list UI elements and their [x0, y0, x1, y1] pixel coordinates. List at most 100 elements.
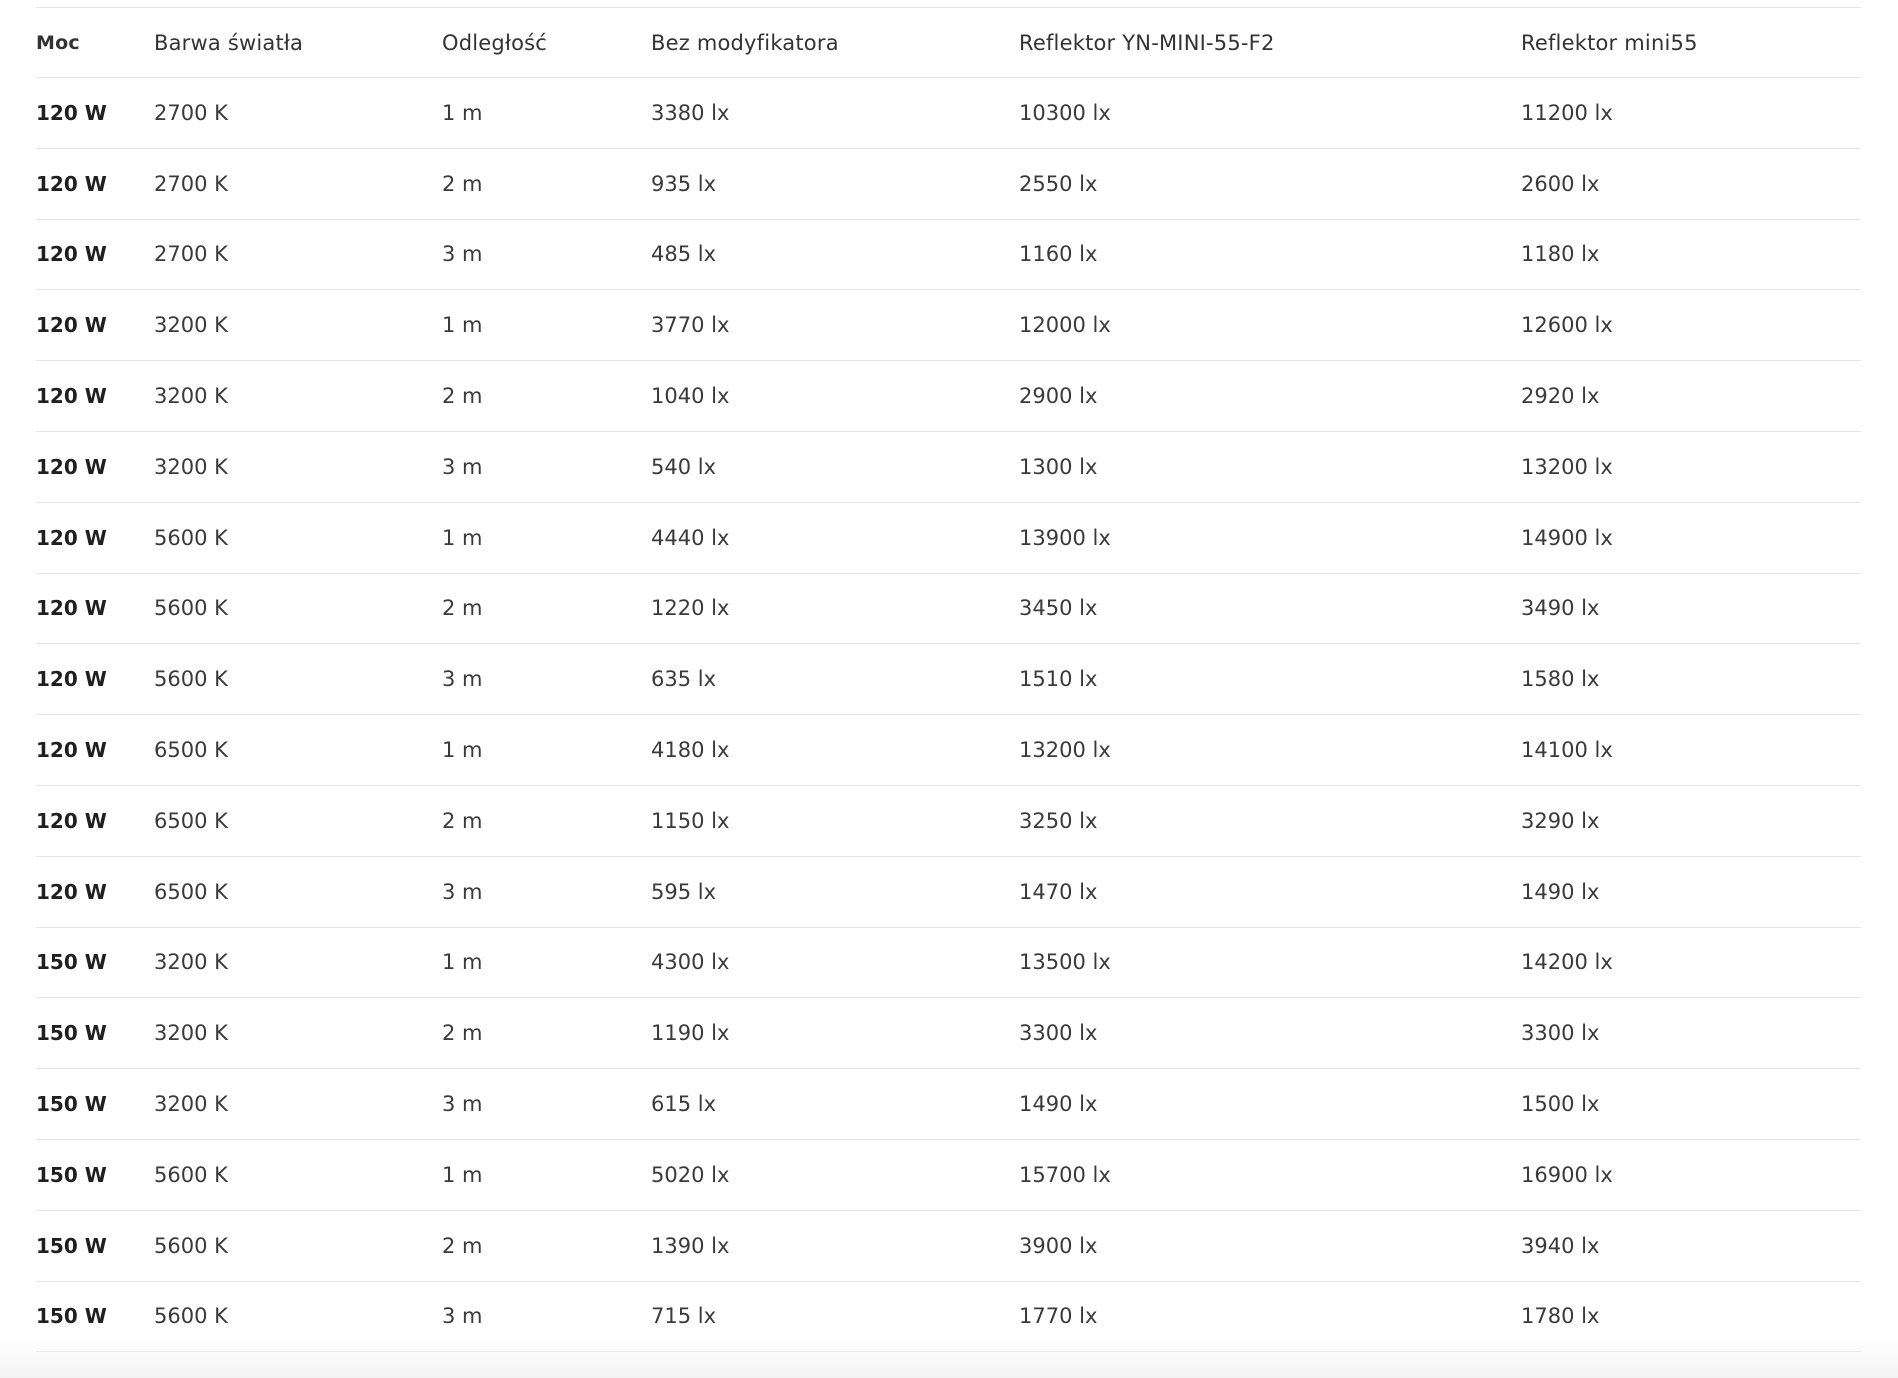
cell-no-modifier: 1220 lx — [651, 573, 1019, 645]
cell-distance: 1 m — [442, 502, 651, 574]
cell-reflector-mini55: 1500 lx — [1521, 1068, 1861, 1140]
cell-power: 150 W — [36, 1210, 154, 1282]
cell-no-modifier: 3770 lx — [651, 289, 1019, 362]
header-reflector-yn-mini-55-f2: Reflektor YN-MINI-55-F2 — [1019, 8, 1521, 78]
cell-color-temperature: 3200 K — [154, 289, 442, 362]
cell-power: 120 W — [36, 502, 154, 574]
cell-reflector-mini55: 2920 lx — [1521, 360, 1861, 432]
cell-reflector-yn-mini-55-f2: 3450 lx — [1019, 573, 1521, 645]
cell-color-temperature: 6500 K — [154, 714, 442, 786]
cell-power: 150 W — [36, 927, 154, 999]
table-row: 120 W 2700 K2 m 935 lx 2550 lx 2600 lx — [36, 148, 1861, 220]
cell-distance: 2 m — [442, 997, 651, 1070]
cell-reflector-mini55: 1490 lx — [1521, 856, 1861, 928]
cell-power: 120 W — [36, 77, 154, 149]
cell-color-temperature: 2700 K — [154, 219, 442, 291]
cell-power: 120 W — [36, 431, 154, 503]
cell-distance: 3 m — [442, 1068, 651, 1140]
cell-no-modifier: 4440 lx — [651, 502, 1019, 574]
cell-reflector-yn-mini-55-f2: 3300 lx — [1019, 997, 1521, 1070]
cell-distance: 3 m — [442, 431, 651, 503]
cell-power: 120 W — [36, 360, 154, 432]
cell-reflector-yn-mini-55-f2: 2550 lx — [1019, 148, 1521, 220]
cell-reflector-yn-mini-55-f2: 13900 lx — [1019, 502, 1521, 574]
cell-no-modifier: 1040 lx — [651, 360, 1019, 432]
cell-no-modifier: 1390 lx — [651, 1210, 1019, 1282]
cell-color-temperature: 5600 K — [154, 573, 442, 645]
table-row: 120 W 5600 K3 m 635 lx 1510 lx 1580 lx — [36, 643, 1861, 716]
table-row: 150 W 3200 K3 m 615 lx 1490 lx 1500 lx — [36, 1068, 1861, 1140]
cell-reflector-mini55: 14200 lx — [1521, 927, 1861, 999]
cell-reflector-mini55: 1580 lx — [1521, 643, 1861, 716]
header-distance: Odległość — [442, 8, 651, 78]
cell-reflector-yn-mini-55-f2: 2900 lx — [1019, 360, 1521, 432]
table-row: 120 W 2700 K1 m 3380 lx 10300 lx 11200 lx — [36, 77, 1861, 149]
cell-reflector-mini55: 3290 lx — [1521, 785, 1861, 857]
cell-distance: 3 m — [442, 219, 651, 291]
cell-reflector-mini55: 16900 lx — [1521, 1139, 1861, 1211]
cell-power: 120 W — [36, 573, 154, 645]
cell-no-modifier: 3380 lx — [651, 77, 1019, 149]
cell-distance: 3 m — [442, 643, 651, 716]
cell-power: 120 W — [36, 148, 154, 220]
table-row: 120 W 3200 K1 m 3770 lx 12000 lx 12600 lx — [36, 289, 1861, 362]
cell-distance: 1 m — [442, 1139, 651, 1211]
cell-distance: 1 m — [442, 714, 651, 786]
cell-color-temperature: 5600 K — [154, 1139, 442, 1211]
cell-reflector-yn-mini-55-f2: 3250 lx — [1019, 785, 1521, 857]
cell-reflector-yn-mini-55-f2: 1300 lx — [1019, 431, 1521, 503]
cell-no-modifier: 615 lx — [651, 1068, 1019, 1140]
header-no-modifier: Bez modyfikatora — [651, 8, 1019, 78]
cell-distance: 1 m — [442, 77, 651, 149]
cell-power: 120 W — [36, 219, 154, 291]
table-body: 120 W 2700 K1 m 3380 lx 10300 lx 11200 lx 120… — [36, 77, 1861, 1353]
cell-color-temperature: 3200 K — [154, 1068, 442, 1140]
table-row: 120 W 5600 K2 m 1220 lx 3450 lx 3490 lx — [36, 573, 1861, 645]
cell-color-temperature: 2700 K — [154, 77, 442, 149]
cell-reflector-mini55: 1180 lx — [1521, 219, 1861, 291]
cell-reflector-yn-mini-55-f2: 1160 lx — [1019, 219, 1521, 291]
cell-power: 150 W — [36, 1139, 154, 1211]
cell-reflector-yn-mini-55-f2: 1470 lx — [1019, 856, 1521, 928]
cell-no-modifier: 635 lx — [651, 643, 1019, 716]
cell-distance: 1 m — [442, 927, 651, 999]
cell-no-modifier: 1190 lx — [651, 997, 1019, 1070]
cell-color-temperature: 5600 K — [154, 1210, 442, 1282]
cell-color-temperature: 5600 K — [154, 643, 442, 716]
cell-reflector-mini55: 2600 lx — [1521, 148, 1861, 220]
cell-no-modifier: 5020 lx — [651, 1139, 1019, 1211]
cell-reflector-yn-mini-55-f2: 10300 lx — [1019, 77, 1521, 149]
cell-reflector-mini55: 13200 lx — [1521, 431, 1861, 503]
cell-no-modifier: 595 lx — [651, 856, 1019, 928]
table-row: 120 W 6500 K3 m 595 lx 1470 lx 1490 lx — [36, 856, 1861, 928]
cell-reflector-mini55: 14100 lx — [1521, 714, 1861, 786]
table-row: 120 W 6500 K1 m 4180 lx 13200 lx 14100 lx — [36, 714, 1861, 786]
cell-reflector-mini55: 3490 lx — [1521, 573, 1861, 645]
cell-no-modifier: 935 lx — [651, 148, 1019, 220]
cell-no-modifier: 485 lx — [651, 219, 1019, 291]
cell-no-modifier: 4300 lx — [651, 927, 1019, 999]
cell-reflector-mini55: 3940 lx — [1521, 1210, 1861, 1282]
cell-power: 150 W — [36, 1068, 154, 1140]
cell-color-temperature: 3200 K — [154, 997, 442, 1070]
cell-distance: 1 m — [442, 289, 651, 362]
cell-color-temperature: 6500 K — [154, 785, 442, 857]
header-color-temperature: Barwa światła — [154, 8, 442, 78]
header-reflector-mini55: Reflektor mini55 — [1521, 8, 1861, 78]
cell-reflector-yn-mini-55-f2: 12000 lx — [1019, 289, 1521, 362]
cell-power: 120 W — [36, 714, 154, 786]
cell-reflector-mini55: 11200 lx — [1521, 77, 1861, 149]
header-power: Moc — [36, 8, 154, 78]
table-row: 150 W 5600 K1 m 5020 lx 15700 lx 16900 lx — [36, 1139, 1861, 1211]
cell-reflector-yn-mini-55-f2: 13200 lx — [1019, 714, 1521, 786]
table-row: 120 W 5600 K1 m 4440 lx 13900 lx 14900 lx — [36, 502, 1861, 574]
cell-color-temperature: 3200 K — [154, 431, 442, 503]
cell-color-temperature: 6500 K — [154, 856, 442, 928]
table-row: 150 W 5600 K2 m 1390 lx 3900 lx 3940 lx — [36, 1210, 1861, 1282]
cell-distance: 2 m — [442, 148, 651, 220]
cell-distance: 2 m — [442, 360, 651, 432]
table-row: 120 W 3200 K2 m 1040 lx 2900 lx 2920 lx — [36, 360, 1861, 432]
table-header-row: Moc Barwa światła Odległość Bez modyfika… — [36, 8, 1861, 78]
bottom-fade — [0, 1338, 1898, 1378]
table-row: 150 W 3200 K1 m 4300 lx 13500 lx 14200 lx — [36, 927, 1861, 999]
